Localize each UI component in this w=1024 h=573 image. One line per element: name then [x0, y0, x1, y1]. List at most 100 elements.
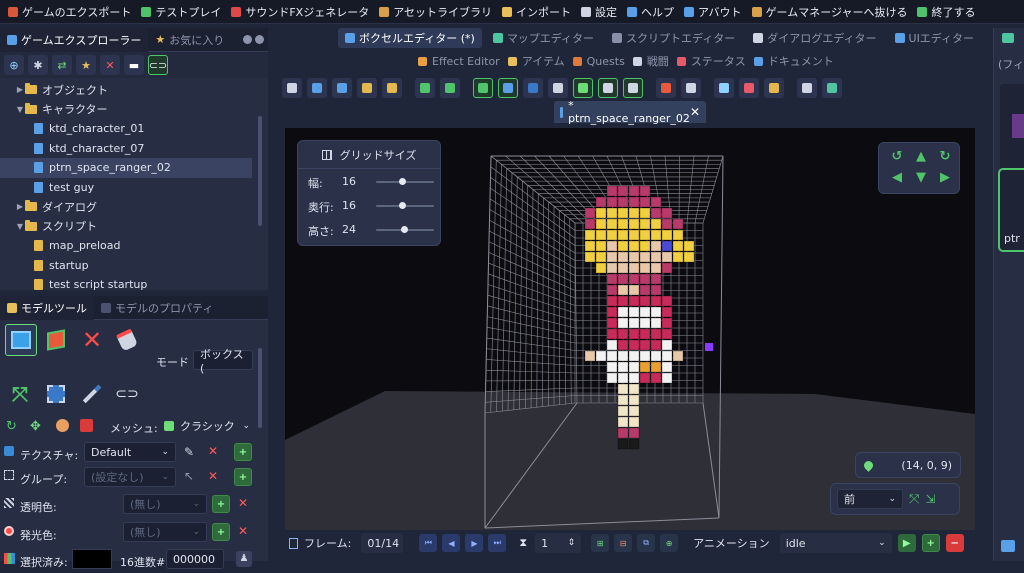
- transparent-select[interactable]: (無し)⌄: [123, 494, 207, 514]
- undo-icon[interactable]: [415, 78, 435, 98]
- floor-icon[interactable]: [573, 78, 593, 98]
- add-transparent-button[interactable]: +: [212, 495, 230, 513]
- export-icon[interactable]: [822, 78, 842, 98]
- menu-gear[interactable]: 設定: [577, 0, 623, 24]
- menu-import[interactable]: インポート: [498, 0, 577, 24]
- selected-color-swatch[interactable]: [72, 549, 112, 569]
- last-frame-button[interactable]: ⏭: [488, 534, 506, 552]
- first-frame-button[interactable]: ⏮: [419, 534, 437, 552]
- group-arrow-icon[interactable]: ↖: [184, 469, 194, 483]
- tree-item[interactable]: ▶オブジェクト: [0, 80, 268, 100]
- link-icon[interactable]: ⊂⊃: [148, 55, 168, 75]
- grid-size-input[interactable]: 16: [336, 171, 370, 191]
- editor-subtab[interactable]: Effect Editor: [418, 55, 500, 68]
- rotate-right-icon[interactable]: ↻: [935, 149, 955, 166]
- tab-next-icon[interactable]: [255, 35, 264, 44]
- chevron-down-icon[interactable]: ▼: [15, 105, 25, 114]
- open-animation-button[interactable]: ▶: [898, 534, 916, 552]
- grid-size-input[interactable]: 24: [336, 219, 370, 239]
- tree-item[interactable]: ktd_character_07: [0, 139, 268, 159]
- close-icon[interactable]: ✕: [690, 105, 700, 119]
- menu-info[interactable]: アバウト: [680, 0, 748, 24]
- save-as-icon[interactable]: [332, 78, 352, 98]
- paint-voxel-tool[interactable]: [42, 326, 70, 354]
- tab-model-properties[interactable]: モデルのプロパティ: [94, 296, 220, 320]
- frame-icon[interactable]: [739, 78, 759, 98]
- remove-animation-button[interactable]: −: [946, 534, 964, 552]
- editor-subtab[interactable]: 戦闘: [633, 53, 669, 69]
- voxel-viewport[interactable]: グリッドサイズ 幅:16奥行:16高さ:24 ↺ ▲ ↻ ◀ ▼ ▶ (14, …: [285, 128, 975, 530]
- add-character-icon[interactable]: [1001, 540, 1015, 552]
- new-object-icon[interactable]: ⊕: [4, 55, 24, 75]
- export-view-icon[interactable]: ⇲: [925, 492, 935, 506]
- chevron-right-icon[interactable]: ▶: [15, 85, 25, 94]
- tree-scrollbar[interactable]: [258, 116, 262, 226]
- tree-item[interactable]: ktd_character_01: [0, 119, 268, 139]
- color-picker-icon[interactable]: ♟: [236, 551, 252, 567]
- editor-subtab[interactable]: ドキュメント: [754, 53, 834, 69]
- editor-subtab[interactable]: アイテム: [508, 53, 565, 69]
- frame-input[interactable]: 01/14: [361, 533, 403, 553]
- preview-icon[interactable]: [598, 78, 618, 98]
- swap-icon[interactable]: [681, 78, 701, 98]
- editor-tab[interactable]: ボクセルエディター (*): [338, 28, 482, 48]
- delete-icon[interactable]: ✕: [100, 55, 120, 75]
- grid-size-slider[interactable]: [376, 229, 434, 231]
- slider-knob[interactable]: [401, 226, 408, 233]
- mirror-icon[interactable]: [548, 78, 568, 98]
- tab-prev-icon[interactable]: [243, 35, 252, 44]
- refresh-icon[interactable]: ⇄: [52, 55, 72, 75]
- tab-game-explorer[interactable]: ゲームエクスプローラー: [0, 28, 148, 52]
- arrow-up-icon[interactable]: ▲: [911, 149, 931, 166]
- edit-icon[interactable]: [623, 78, 643, 98]
- editor-tab[interactable]: UIエディター: [888, 28, 982, 48]
- grid-snap-icon[interactable]: [498, 78, 518, 98]
- eyedropper-tool[interactable]: [78, 380, 106, 408]
- color-icon[interactable]: [656, 78, 676, 98]
- menu-library[interactable]: アセットライブラリ: [375, 0, 498, 24]
- fit-view-icon[interactable]: ⤧: [909, 492, 919, 507]
- arrow-left-icon[interactable]: ◀: [887, 170, 907, 187]
- save-icon[interactable]: [307, 78, 327, 98]
- image-icon[interactable]: [714, 78, 734, 98]
- tree-item[interactable]: ▶ダイアログ: [0, 197, 268, 217]
- grid-size-input[interactable]: 16: [336, 195, 370, 215]
- add-emissive-button[interactable]: +: [212, 523, 230, 541]
- grid-size-slider[interactable]: [376, 181, 434, 183]
- animation-select[interactable]: idle⌄: [780, 533, 892, 553]
- mode-select[interactable]: ボックス(: [193, 350, 253, 370]
- slider-knob[interactable]: [399, 202, 406, 209]
- tree-item[interactable]: test script startup: [0, 275, 268, 295]
- duplicate-frame-icon[interactable]: ⊟: [614, 534, 632, 552]
- tree-item[interactable]: map_preload: [0, 236, 268, 256]
- speed-input[interactable]: 1⇕: [535, 533, 581, 553]
- menu-quit[interactable]: 終了する: [913, 0, 981, 24]
- collapse-icon[interactable]: ▬: [124, 55, 144, 75]
- camera-icon[interactable]: [764, 78, 784, 98]
- mesh-select[interactable]: クラシック⌄: [158, 416, 256, 436]
- rotate-left-icon[interactable]: ↺: [887, 149, 907, 166]
- copy-frame-icon[interactable]: ⧉: [637, 534, 655, 552]
- view-select[interactable]: 前⌄: [837, 489, 903, 509]
- cube-view-icon[interactable]: [523, 78, 543, 98]
- redo-icon[interactable]: [440, 78, 460, 98]
- grid-toggle-icon[interactable]: [473, 78, 493, 98]
- arrow-down-icon[interactable]: ▼: [911, 170, 931, 187]
- tree-item[interactable]: startup: [0, 256, 268, 276]
- menu-export[interactable]: ゲームのエクスポート: [4, 0, 137, 24]
- remove-texture-icon[interactable]: ✕: [208, 444, 218, 458]
- move-icon[interactable]: ✥: [30, 419, 41, 434]
- tree-item[interactable]: ▼キャラクター: [0, 100, 268, 120]
- edit-texture-icon[interactable]: ✎: [184, 445, 194, 459]
- texture-select[interactable]: Default⌄: [84, 442, 176, 462]
- editor-tab[interactable]: ダイアログエディター: [746, 28, 883, 48]
- new-file-icon[interactable]: [282, 78, 302, 98]
- favorite-icon[interactable]: ★: [76, 55, 96, 75]
- select-all-tool[interactable]: ⤧: [6, 380, 34, 408]
- tab-model-tools[interactable]: モデルツール: [0, 296, 94, 320]
- link-tool[interactable]: ⊂⊃: [113, 380, 141, 408]
- prev-frame-button[interactable]: ◀: [442, 534, 460, 552]
- menu-speaker[interactable]: サウンドFXジェネレータ: [227, 0, 375, 24]
- chevron-down-icon[interactable]: ▼: [15, 222, 25, 231]
- add-group-button[interactable]: +: [234, 468, 252, 486]
